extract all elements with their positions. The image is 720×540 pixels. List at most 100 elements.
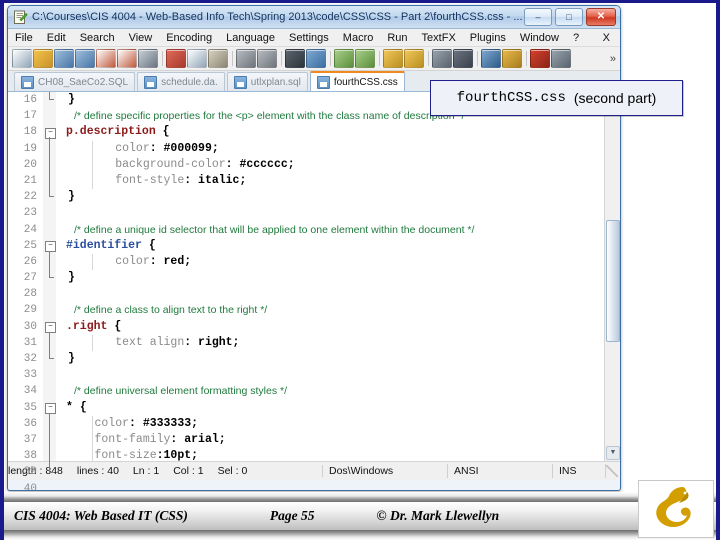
fold-guide-line [49,250,50,278]
close-button[interactable]: ✕ [586,8,616,26]
window-controls: – □ ✕ [524,8,616,26]
new-file-icon[interactable] [12,49,32,68]
code-token-brace: : [184,335,199,349]
line-number: 27 [23,272,37,285]
status-lines: lines : 40 [76,465,119,477]
fold-end-marker [49,471,54,473]
code-text-area[interactable]: } /* define specific properties for the <… [56,92,620,461]
menu-item-textfx[interactable]: TextFX [422,32,456,44]
code-token-brace: { [162,125,170,139]
window-title: C:\Courses\CIS 4004 - Web-Based Info Tec… [32,11,523,23]
zoom-out-icon[interactable] [355,49,375,68]
slide-canvas: C:\Courses\CIS 4004 - Web-Based Info Tec… [0,0,720,540]
redo-icon[interactable] [257,49,277,68]
menu-item-edit[interactable]: Edit [47,32,66,44]
code-line: color: red; [60,254,620,270]
fold-toggle-collapse-icon[interactable]: − [45,241,56,253]
line-number: 32 [23,353,37,365]
line-number: 35 [23,401,37,414]
menu-item-file[interactable]: File [15,32,33,44]
fold-guide-line [49,412,50,472]
footer-copyright: © Dr. Mark Llewellyn [376,508,500,523]
replace-icon[interactable] [306,49,326,68]
code-token-val: #cccccc; [239,157,295,171]
menu-item-plugins[interactable]: Plugins [470,32,506,44]
vertical-scrollbar[interactable]: ▲ ▼ [604,92,620,461]
code-line: font-style: italic; [60,173,620,189]
print-icon[interactable] [138,49,158,68]
maximize-button[interactable]: □ [555,8,583,26]
sync-vertical-icon[interactable] [383,49,403,68]
document-tab[interactable]: utlxplan.sql [226,72,308,91]
window-title-bar[interactable]: C:\Courses\CIS 4004 - Web-Based Info Tec… [8,6,620,29]
line-number: 40 [23,482,37,491]
code-token-brace: : [129,416,143,430]
code-folding-margin[interactable]: − − − − [43,92,56,473]
stop-macro-icon[interactable] [551,49,571,68]
scroll-down-icon[interactable]: ▼ [606,446,620,460]
save-icon[interactable] [54,49,74,68]
word-wrap-icon[interactable] [432,49,452,68]
paste-icon[interactable] [208,49,228,68]
scrollbar-thumb[interactable] [606,220,620,342]
document-tab-active[interactable]: fourthCSS.css [309,71,405,91]
document-tab[interactable]: CH08_SaeCo2.SQL [14,72,136,91]
menu-bar: File Edit Search View Encoding Language Settin… [8,29,620,47]
code-token-brace: { [114,319,122,333]
close-all-icon[interactable] [117,49,137,68]
code-line: background-color: #cccccc; [60,157,620,173]
menu-item-view[interactable]: View [129,32,153,44]
close-document-icon[interactable]: X [603,32,610,44]
line-number-gutter: 16 17 18 19 20 21 22 23 24 25 26 27 28 29 30 31 32 33 34 35… [8,92,43,490]
status-bar: length : 848 lines : 40 Ln : 1 Col : 1 S… [8,461,620,480]
footer-course-title: CIS 4004: Web Based IT (CSS) [14,508,188,523]
copy-icon[interactable] [187,49,207,68]
save-state-icon [316,75,330,89]
annotation-callout: fourthCSS.css (second part) [430,80,683,116]
code-token-prop: background-color [60,157,226,171]
code-token-prop: color [60,416,130,430]
show-all-chars-icon[interactable] [453,49,473,68]
menu-item-language[interactable]: Language [226,32,275,44]
menu-item-macro[interactable]: Macro [343,32,374,44]
pegasus-icon [656,487,691,527]
code-editor[interactable]: 16 17 18 19 20 21 22 23 24 25 26 27 28 29 30 31 32 33 34 35… [8,92,620,490]
menu-item-search[interactable]: Search [80,32,115,44]
menu-item-encoding[interactable]: Encoding [166,32,212,44]
fold-end-marker [49,358,54,360]
indent-guide-icon[interactable] [481,49,501,68]
code-token-sel: p.description [66,125,163,139]
menu-item-run[interactable]: Run [387,32,407,44]
indent-guide [92,140,93,190]
menu-item-[interactable]: ? [573,32,579,44]
toolbar-separator [428,51,429,66]
status-insert-mode: INS [553,464,606,478]
code-token-prop: text align [60,335,185,349]
close-icon: ✕ [596,11,606,22]
zoom-in-icon[interactable] [334,49,354,68]
save-all-icon[interactable] [75,49,95,68]
line-number: 37 [23,433,37,446]
document-tab[interactable]: schedule.da. [137,72,225,91]
fold-toggle-collapse-icon[interactable]: − [45,127,56,139]
menu-item-window[interactable]: Window [520,32,559,44]
document-tab-label: fourthCSS.css [333,76,398,88]
toolbar-overflow-chevron-icon[interactable]: » [610,53,616,65]
line-number: 25 [23,239,37,252]
code-line: font-size:10pt; [60,448,620,461]
find-icon[interactable] [285,49,305,68]
fold-toggle-collapse-icon[interactable]: − [45,322,56,334]
menu-item-settings[interactable]: Settings [289,32,329,44]
sync-horizontal-icon[interactable] [404,49,424,68]
cut-icon[interactable] [166,49,186,68]
undo-icon[interactable] [236,49,256,68]
line-number: 22 [23,191,37,204]
fold-toggle-collapse-icon[interactable]: − [45,403,56,415]
close-file-icon[interactable] [96,49,116,68]
user-defined-dialog-icon[interactable] [502,49,522,68]
minimize-button[interactable]: – [524,8,552,26]
code-token-brace: { [148,238,156,252]
open-file-icon[interactable] [33,49,53,68]
record-macro-icon[interactable] [530,49,550,68]
resize-grip-icon[interactable] [606,465,618,477]
